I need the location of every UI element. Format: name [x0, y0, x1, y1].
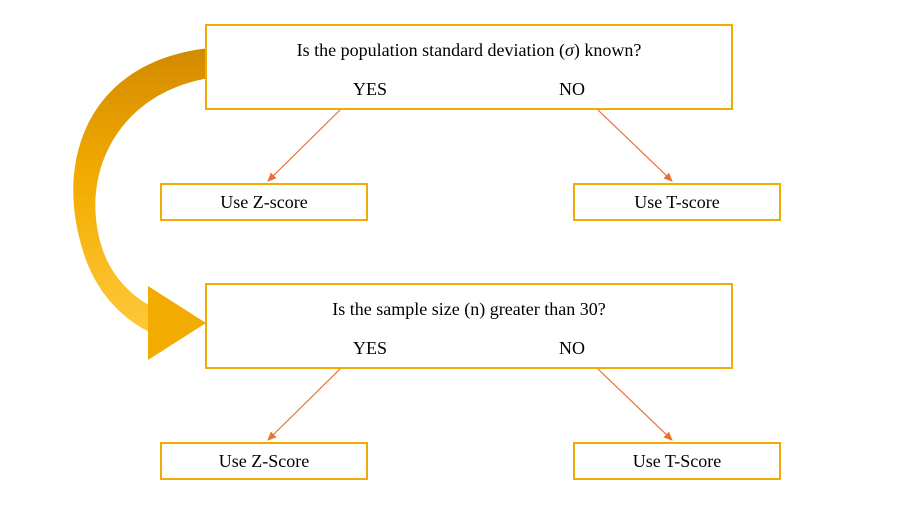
q2-options-row: YES NO [207, 338, 731, 359]
q1-title-prefix: Is the population standard deviation ( [297, 40, 565, 60]
q2-yes-label: YES [353, 338, 387, 359]
sigma-symbol: σ [565, 40, 574, 60]
q1-yes-label: YES [353, 79, 387, 100]
answer-box-tscore-1: Use T-score [573, 183, 781, 221]
question-n-title: Is the sample size (n) greater than 30? [207, 299, 731, 320]
question-box-samplesize: Is the sample size (n) greater than 30? … [205, 283, 733, 369]
flowchart-canvas: Is the population standard deviation (σ)… [0, 0, 914, 509]
answer-box-zscore-2: Use Z-Score [160, 442, 368, 480]
question-box-sigma: Is the population standard deviation (σ)… [205, 24, 733, 110]
a1-no-text: Use T-score [634, 192, 719, 213]
a1-yes-text: Use Z-score [220, 192, 307, 213]
q2-no-label: NO [559, 338, 585, 359]
answer-box-zscore-1: Use Z-score [160, 183, 368, 221]
q1-title-suffix: ) known? [574, 40, 641, 60]
question-sigma-title: Is the population standard deviation (σ)… [207, 40, 731, 61]
q1-no-label: NO [559, 79, 585, 100]
a2-no-text: Use T-Score [633, 451, 722, 472]
a2-yes-text: Use Z-Score [219, 451, 309, 472]
q1-options-row: YES NO [207, 79, 731, 100]
answer-box-tscore-2: Use T-Score [573, 442, 781, 480]
